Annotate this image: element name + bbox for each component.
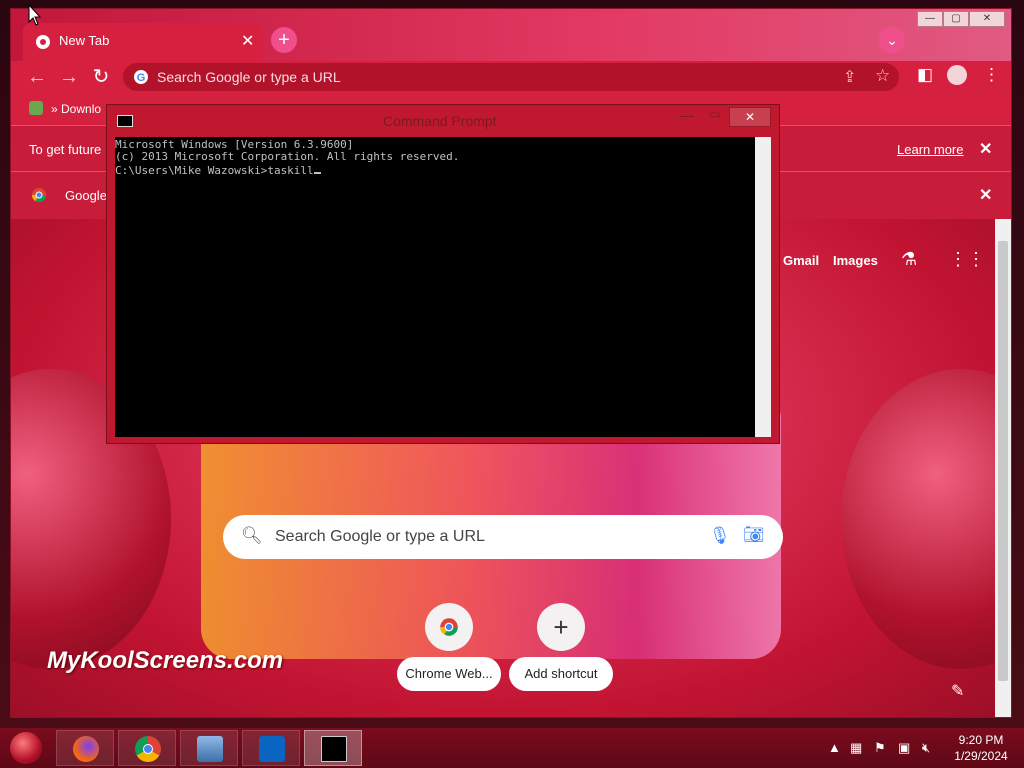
taskbar-command-prompt[interactable]	[304, 730, 362, 766]
profile-avatar-icon[interactable]	[947, 65, 967, 85]
command-prompt-icon	[321, 736, 347, 762]
lens-camera-icon[interactable]: 📷︎	[743, 525, 765, 545]
apps-grid-icon[interactable]: ⋮⋮	[949, 249, 985, 270]
chrome-logo-icon	[32, 188, 46, 202]
back-arrow-icon[interactable]: ←	[25, 65, 49, 89]
watermark: MyKoolScreens.com	[47, 647, 284, 674]
svg-text:G: G	[137, 72, 146, 84]
customize-pencil-icon[interactable]: ✎	[951, 681, 964, 701]
firefox-icon	[73, 736, 99, 762]
ornament-right	[841, 369, 995, 669]
clock-time: 9:20 PM	[958, 733, 1004, 747]
tab-strip: New Tab ✕ + ⌄ — ▢ ✕	[11, 9, 1011, 61]
add-shortcut-plus-icon[interactable]: +	[537, 603, 585, 651]
console-output[interactable]: Microsoft Windows [Version 6.3.9600] (c) …	[115, 137, 755, 437]
ntp-search-placeholder: Search Google or type a URL	[275, 528, 485, 545]
window-maximize-button[interactable]: ▢	[943, 11, 969, 27]
forward-arrow-icon[interactable]: →	[57, 65, 81, 89]
learn-more-link[interactable]: Learn more	[897, 142, 963, 157]
browser-toolbar: ← → ↻ G Search Google or type a URL ⇪ ☆	[11, 61, 1011, 93]
cmd-close-button[interactable]: ✕	[729, 107, 771, 127]
infobar-1-text: To get future	[29, 142, 102, 157]
taskbar-chrome[interactable]	[118, 730, 176, 766]
images-link[interactable]: Images	[833, 253, 878, 268]
taskbar-clock[interactable]: 9:20 PM 1/29/2024	[946, 732, 1016, 764]
infobar-1-close-icon[interactable]: ✕	[979, 139, 992, 159]
omnibox-placeholder: Search Google or type a URL	[157, 69, 341, 85]
start-button-icon[interactable]	[10, 732, 42, 764]
cmd-maximize-button[interactable]: ▭	[705, 107, 725, 127]
tab-search-chevron-icon[interactable]: ⌄	[879, 27, 905, 53]
voice-search-mic-icon[interactable]: 🎙︎	[709, 526, 731, 546]
outlook-icon	[259, 736, 285, 762]
tray-expand-icon[interactable]: ▲	[828, 740, 841, 755]
tab-close-icon[interactable]: ✕	[241, 31, 254, 51]
cmd-minimize-button[interactable]: —	[677, 107, 697, 127]
shortcut-add[interactable]: Add shortcut	[509, 657, 613, 691]
bookmark-star-icon[interactable]: ☆	[875, 66, 890, 86]
taskbar-control-panel[interactable]	[180, 730, 238, 766]
window-close-button[interactable]: ✕	[969, 11, 1005, 27]
ntp-search-box[interactable]: 🔍︎ Search Google or type a URL 🎙︎ 📷︎	[223, 515, 783, 559]
taskbar-firefox[interactable]	[56, 730, 114, 766]
cmd-titlebar[interactable]: Command Prompt — ▭ ✕	[107, 105, 779, 135]
chrome-icon	[135, 736, 161, 762]
google-g-icon: G	[134, 70, 148, 84]
search-icon: 🔍︎	[241, 526, 263, 545]
tab-new-tab[interactable]: New Tab ✕	[23, 23, 263, 61]
taskbar-outlook[interactable]	[242, 730, 300, 766]
reload-icon[interactable]: ↻	[89, 65, 113, 89]
tab-title: New Tab	[59, 33, 110, 48]
bookmarks-overflow[interactable]: » Downlo	[51, 102, 101, 116]
chrome-web-store-icon[interactable]	[425, 603, 473, 651]
extension-icon[interactable]	[29, 101, 43, 115]
tray-flag-icon[interactable]: ⚑	[874, 740, 886, 756]
new-tab-button[interactable]: +	[271, 27, 297, 53]
menu-kebab-icon[interactable]: ⋮	[983, 65, 1000, 85]
chrome-favicon-icon	[36, 35, 50, 49]
cmd-title: Command Prompt	[383, 113, 497, 129]
labs-flask-icon[interactable]: ⚗	[901, 249, 917, 270]
control-panel-icon	[197, 736, 223, 762]
window-minimize-button[interactable]: —	[917, 11, 943, 27]
tray-volume-muted-icon[interactable]: 🔇︎	[922, 740, 930, 756]
tray-connection-icon[interactable]: ▣	[898, 740, 910, 756]
console-line: (c) 2013 Microsoft Corporation. All righ…	[115, 150, 460, 163]
side-panel-icon[interactable]: ◧	[917, 65, 933, 85]
infobar-2-text: Google	[65, 188, 107, 203]
tray-network-icon[interactable]: ▦	[850, 740, 862, 756]
taskbar: ▲ ▦ ⚑ ▣ 🔇︎ 9:20 PM 1/29/2024	[0, 728, 1024, 768]
omnibox[interactable]: G Search Google or type a URL ⇪ ☆	[123, 63, 899, 91]
console-prompt-text: C:\Users\Mike Wazowski>taskill	[115, 164, 314, 177]
shortcut-chrome-web-store[interactable]: Chrome Web...	[397, 657, 501, 691]
share-icon[interactable]: ⇪	[843, 67, 856, 87]
page-scrollbar-thumb[interactable]	[998, 241, 1008, 681]
gmail-link[interactable]: Gmail	[783, 253, 819, 268]
cmd-app-icon	[117, 115, 133, 127]
cmd-scrollbar[interactable]	[755, 137, 771, 437]
infobar-2-close-icon[interactable]: ✕	[979, 185, 992, 205]
command-prompt-window: Command Prompt — ▭ ✕ Microsoft Windows […	[106, 104, 780, 444]
text-cursor	[313, 163, 321, 174]
console-prompt-line: C:\Users\Mike Wazowski>taskill	[115, 163, 755, 177]
clock-date: 1/29/2024	[954, 749, 1008, 763]
